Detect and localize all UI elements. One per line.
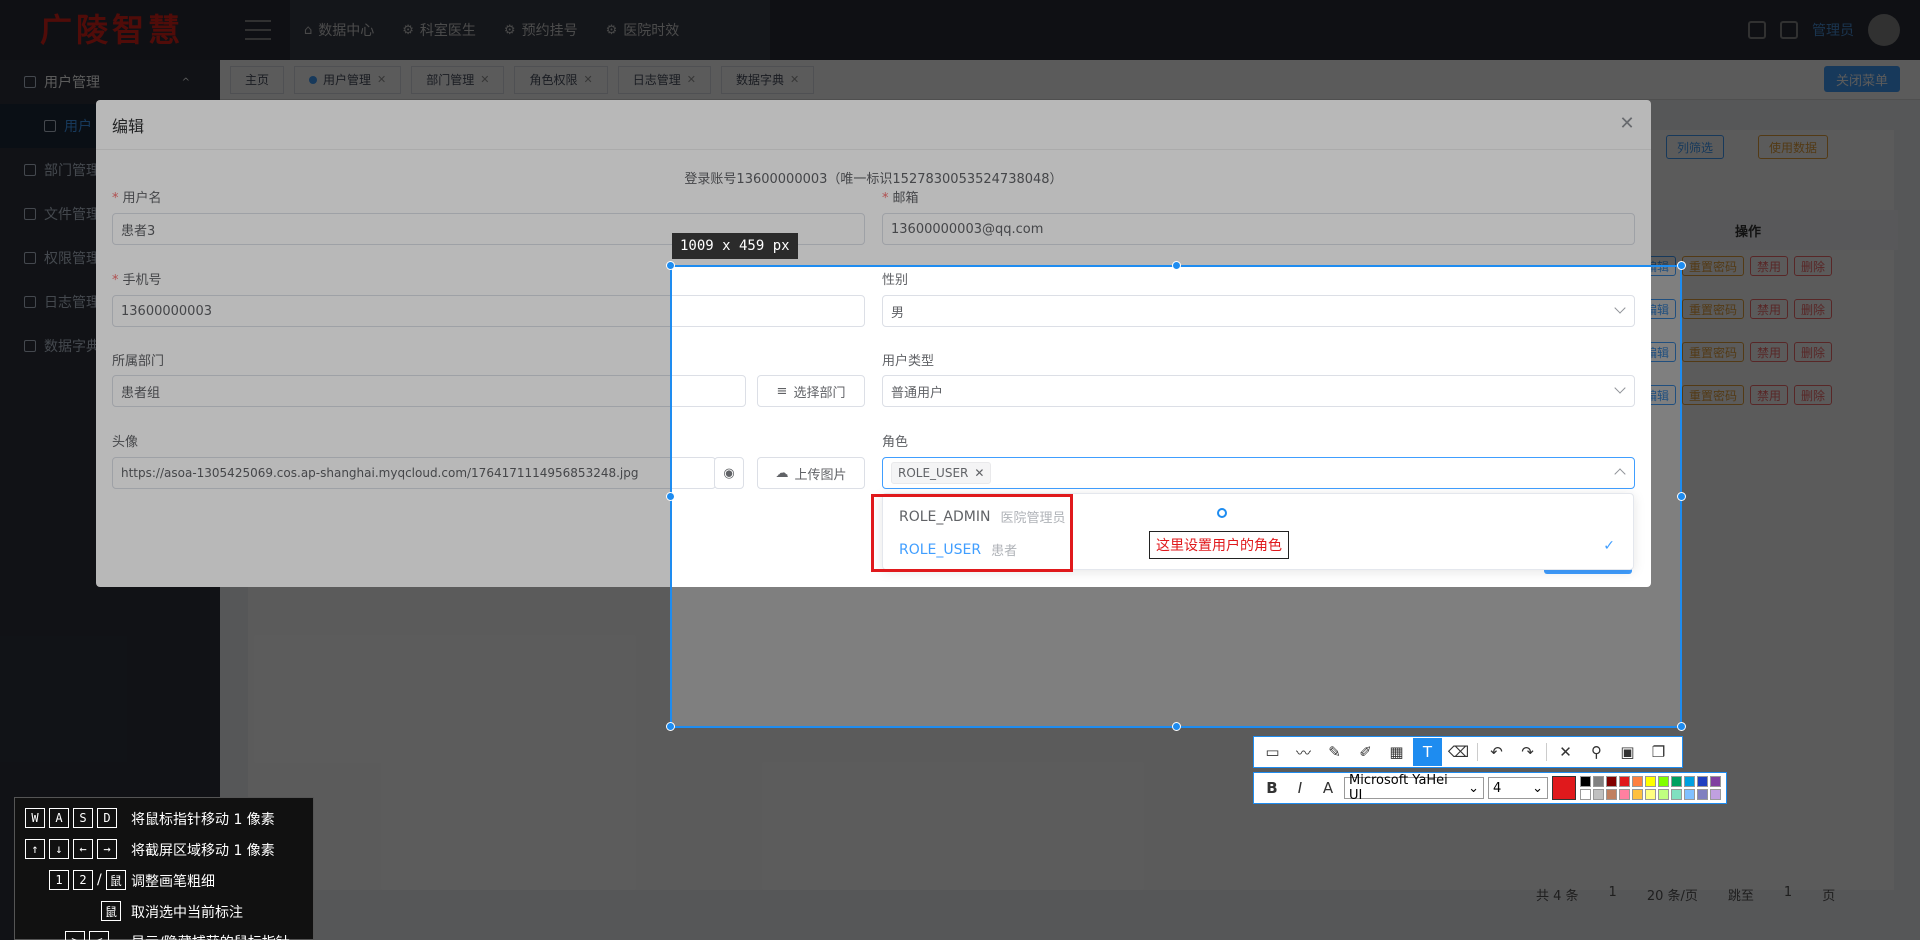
mouse-icon: 鼠 — [105, 870, 126, 890]
annotation-rectangle[interactable] — [871, 494, 1073, 572]
copy-icon[interactable]: ❐ — [1644, 738, 1673, 766]
resize-handle[interactable] — [1677, 722, 1686, 731]
font-size-select[interactable]: 4 ⌄ — [1488, 777, 1548, 799]
mouse-icon: 鼠 — [101, 901, 121, 921]
italic-icon[interactable]: I — [1288, 775, 1312, 801]
color-swatch[interactable] — [1580, 789, 1591, 800]
color-swatch[interactable] — [1619, 776, 1630, 787]
shortcut-row: 1 2/鼠 — [49, 870, 126, 890]
color-palette — [1580, 776, 1721, 800]
chevron-down-icon: ⌄ — [1468, 780, 1479, 796]
resize-handle[interactable] — [666, 492, 675, 501]
color-swatch[interactable] — [1606, 776, 1617, 787]
pin-icon[interactable]: ⚲ — [1582, 738, 1611, 766]
color-swatch[interactable] — [1671, 776, 1682, 787]
bold-icon[interactable]: B — [1260, 775, 1284, 801]
color-swatch[interactable] — [1684, 789, 1695, 800]
color-swatch[interactable] — [1593, 776, 1604, 787]
resize-handle[interactable] — [1677, 492, 1686, 501]
shortcut-text: 将截屏区域移动 1 像素 — [131, 843, 275, 859]
pen-icon[interactable]: ✎ — [1320, 738, 1349, 766]
capture-size-label: 1009 x 459 px — [672, 233, 798, 259]
resize-handle[interactable] — [1172, 722, 1181, 731]
color-swatch[interactable] — [1580, 776, 1591, 787]
resize-handle[interactable] — [666, 722, 675, 731]
shortcut-text: 取消选中当前标注 — [131, 905, 243, 921]
shortcut-text: 调整画笔粗细 — [131, 874, 215, 890]
shortcut-row: ↑ ↓ ← → — [25, 839, 117, 859]
text-icon[interactable]: T — [1413, 738, 1442, 766]
resize-handle[interactable] — [666, 261, 675, 270]
outline-text-icon[interactable]: A — [1316, 775, 1340, 801]
redo-icon[interactable]: ↷ — [1513, 738, 1542, 766]
color-swatch[interactable] — [1593, 789, 1604, 800]
font-family-select[interactable]: Microsoft YaHei UI ⌄ — [1344, 773, 1484, 803]
color-swatch[interactable] — [1619, 789, 1630, 800]
shortcut-row: WASD — [25, 808, 117, 828]
polyline-icon[interactable]: 〰 — [1289, 738, 1318, 766]
shortcut-text: 将鼠标指针移动 1 像素 — [131, 812, 275, 828]
color-swatch[interactable] — [1606, 789, 1617, 800]
shortcut-row: >< — [65, 931, 109, 940]
rect-icon[interactable]: ▭ — [1258, 738, 1287, 766]
chevron-down-icon: ⌄ — [1532, 780, 1543, 796]
mouse-cursor-icon — [1217, 508, 1227, 518]
annotation-toolbar: ▭ 〰 ✎ ✐ ▦ T ⌫ ↶ ↷ ✕ ⚲ ▣ ❐ — [1253, 736, 1683, 768]
color-swatch[interactable] — [1632, 776, 1643, 787]
undo-icon[interactable]: ↶ — [1482, 738, 1511, 766]
color-swatch[interactable] — [1697, 789, 1708, 800]
save-icon[interactable]: ▣ — [1613, 738, 1642, 766]
cancel-icon[interactable]: ✕ — [1551, 738, 1580, 766]
text-format-toolbar: B I A Microsoft YaHei UI ⌄ 4 ⌄ — [1253, 772, 1727, 804]
color-swatch[interactable] — [1684, 776, 1695, 787]
marker-icon[interactable]: ✐ — [1351, 738, 1380, 766]
capture-shade — [670, 0, 1682, 265]
color-swatch[interactable] — [1710, 789, 1721, 800]
shortcut-row: 鼠 — [101, 901, 121, 921]
color-swatch[interactable] — [1658, 789, 1669, 800]
annotation-text[interactable]: 这里设置用户的角色 — [1149, 531, 1289, 559]
color-swatch[interactable] — [1658, 776, 1669, 787]
color-swatch[interactable] — [1632, 789, 1643, 800]
shortcut-text: 显示/隐藏捕获的鼠标指针 — [131, 932, 290, 940]
shortcut-help-panel: WASD 将鼠标指针移动 1 像素 ↑ ↓ ← → 将截屏区域移动 1 像素 1 2/鼠… — [14, 797, 314, 940]
current-color-swatch[interactable] — [1552, 776, 1576, 800]
resize-handle[interactable] — [1172, 261, 1181, 270]
mosaic-icon[interactable]: ▦ — [1382, 738, 1411, 766]
color-swatch[interactable] — [1645, 789, 1656, 800]
color-swatch[interactable] — [1710, 776, 1721, 787]
resize-handle[interactable] — [1677, 261, 1686, 270]
eraser-icon[interactable]: ⌫ — [1444, 738, 1473, 766]
capture-selection[interactable] — [670, 265, 1682, 728]
color-swatch[interactable] — [1697, 776, 1708, 787]
color-swatch[interactable] — [1645, 776, 1656, 787]
color-swatch[interactable] — [1671, 789, 1682, 800]
